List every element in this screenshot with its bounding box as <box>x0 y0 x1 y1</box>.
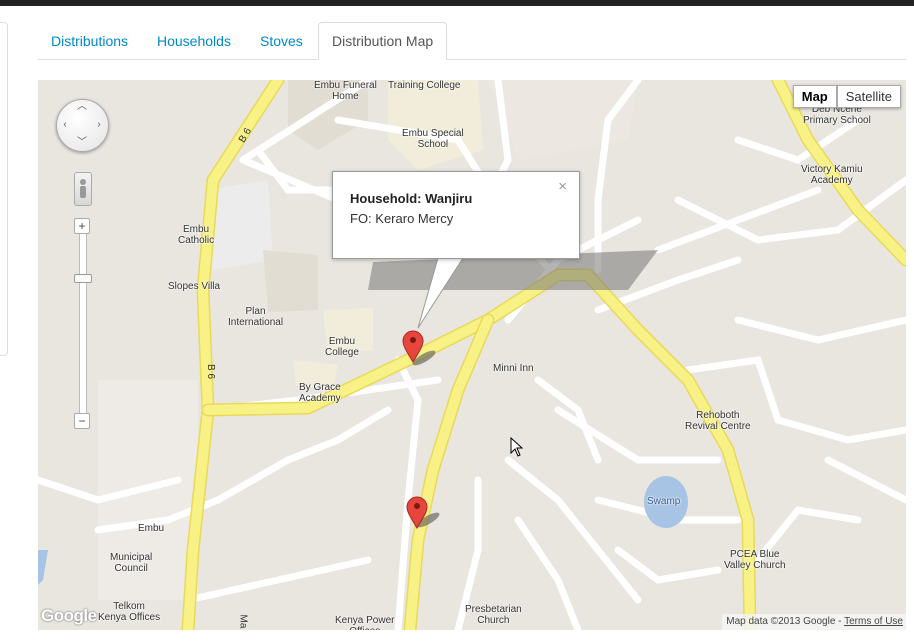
mouse-cursor-icon <box>510 437 524 457</box>
map-attribution: Map data ©2013 Google - Terms of Use <box>722 614 906 630</box>
side-panel <box>0 22 8 356</box>
map-label: Municipal Council <box>110 552 153 574</box>
map-label: Victory Kamiu Academy <box>801 164 863 186</box>
tab-distribution-map[interactable]: Distribution Map <box>318 22 448 60</box>
map-type-map-button[interactable]: Map <box>792 85 837 108</box>
map-label: Minni Inn <box>493 363 534 374</box>
map-label: Slopes Villa <box>168 281 221 292</box>
info-window: Household: Wanjiru FO: Keraro Mercy × <box>332 171 580 259</box>
map-label: Swamp <box>647 496 681 507</box>
pan-down-icon[interactable]: ﹀ <box>75 138 89 148</box>
pan-left-icon[interactable]: ‹ <box>58 120 72 130</box>
zoom-in-button[interactable]: + <box>74 218 90 234</box>
map-label: Rehoboth Revival Centre <box>685 410 751 432</box>
map-label: Embu Funeral Home <box>314 80 377 102</box>
map-label: Kenya Power Offices <box>335 615 395 630</box>
pan-control[interactable]: ︿ ﹀ ‹ › <box>56 99 109 152</box>
road-label: B 6 <box>205 363 217 380</box>
map-label: Embu Catholic <box>178 224 215 246</box>
map-base-layer <box>38 80 906 630</box>
distribution-map[interactable]: Embu Funeral Home Training College Embu … <box>38 80 906 630</box>
map-label: Telkom Kenya Offices <box>98 601 161 623</box>
map-label: Embu College <box>325 336 359 358</box>
map-label: Plan International <box>228 306 284 328</box>
zoom-slider-track[interactable] <box>79 233 87 415</box>
map-label: Embu Special School <box>402 128 464 150</box>
tab-distributions[interactable]: Distributions <box>38 22 141 59</box>
info-window-subtitle: FO: Keraro Mercy <box>350 211 454 226</box>
map-type-satellite-button[interactable]: Satellite <box>836 85 901 108</box>
pan-right-icon[interactable]: › <box>92 120 106 130</box>
zoom-out-button[interactable]: − <box>74 413 90 429</box>
map-label: Embu <box>138 523 165 534</box>
top-navbar <box>0 0 914 6</box>
close-icon[interactable]: × <box>558 178 567 195</box>
tab-households[interactable]: Households <box>144 22 244 59</box>
map-label: By Grace Academy <box>299 382 341 404</box>
tab-bar: Distributions Households Stoves Distribu… <box>38 22 906 60</box>
zoom-slider-handle[interactable] <box>74 274 92 283</box>
tab-stoves[interactable]: Stoves <box>247 22 316 59</box>
attribution-text: Map data ©2013 Google - <box>726 616 845 627</box>
road-label: Ma <box>237 614 249 629</box>
info-window-title: Household: Wanjiru <box>350 191 473 206</box>
google-logo: Google <box>41 606 97 625</box>
terms-of-use-link[interactable]: Terms of Use <box>844 616 903 627</box>
map-label: PCEA Blue Valley Church <box>724 549 786 571</box>
pan-up-icon[interactable]: ︿ <box>75 102 89 112</box>
map-type-control: Map Satellite <box>792 85 901 108</box>
map-label: Presbetarian Church <box>465 604 522 626</box>
map-label: Training College <box>388 80 461 91</box>
street-view-pegman-icon[interactable] <box>74 172 92 206</box>
